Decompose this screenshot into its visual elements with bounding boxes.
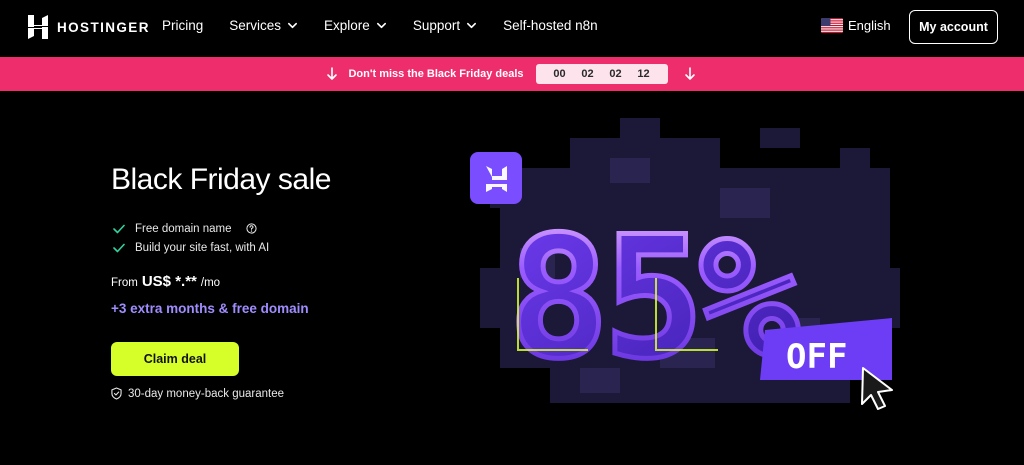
nav-item-pricing[interactable]: Pricing — [162, 18, 203, 33]
black-friday-discount-artwork: 85% OFF — [470, 118, 900, 410]
countdown-hours: 02 — [581, 68, 594, 80]
chevron-down-icon — [467, 22, 477, 29]
discount-percent: 85% — [508, 200, 798, 396]
nav-item-label: Self-hosted n8n — [503, 18, 598, 33]
feature-label: Build your site fast, with AI — [135, 241, 270, 254]
feature-label: Free domain name — [135, 222, 232, 235]
my-account-button[interactable]: My account — [909, 10, 998, 44]
brand-name: HOSTINGER — [57, 19, 150, 35]
check-icon — [113, 224, 125, 233]
nav-item-self-hosted-n8n[interactable]: Self-hosted n8n — [503, 18, 598, 33]
claim-deal-button[interactable]: Claim deal — [111, 342, 239, 376]
us-flag-icon — [821, 18, 843, 33]
price-value: US$ *.** — [141, 273, 197, 290]
countdown-timer: 00 02 02 12 — [535, 64, 668, 84]
countdown-minutes: 02 — [609, 68, 622, 80]
nav-item-services[interactable]: Services — [229, 18, 298, 33]
nav-item-label: Services — [229, 18, 282, 33]
top-navigation: HOSTINGER Pricing Services Explore Suppo… — [0, 0, 1024, 56]
nav-item-explore[interactable]: Explore — [324, 18, 387, 33]
feature-item: Free domain name — [113, 219, 269, 238]
chevron-down-icon — [288, 22, 298, 29]
arrow-down-icon — [327, 67, 338, 80]
language-selector[interactable]: English — [821, 18, 891, 33]
chevron-down-icon — [376, 22, 386, 29]
feature-item: Build your site fast, with AI — [113, 238, 269, 257]
help-circle-icon[interactable] — [245, 223, 257, 234]
price-line: From US$ *.** /mo — [111, 273, 220, 290]
extra-offer: +3 extra months & free domain — [111, 301, 309, 316]
hero-title: Black Friday sale — [111, 163, 331, 196]
feature-list: Free domain name Build your site fast, w… — [113, 219, 269, 257]
promo-banner[interactable]: Don't miss the Black Friday deals 00 02 … — [0, 57, 1024, 91]
hostinger-logo[interactable]: HOSTINGER — [28, 14, 150, 40]
nav-item-support[interactable]: Support — [413, 18, 477, 33]
hostinger-logo-badge — [470, 152, 522, 204]
promo-text: Don't miss the Black Friday deals — [348, 68, 524, 80]
price-prefix: From — [111, 277, 138, 289]
promo-content: Don't miss the Black Friday deals 00 02 … — [326, 64, 695, 84]
money-back-guarantee: 30-day money-back guarantee — [111, 387, 284, 400]
arrow-down-icon — [684, 67, 695, 80]
nav-item-label: Pricing — [162, 18, 204, 33]
check-icon — [113, 243, 125, 252]
discount-text: 85% — [506, 198, 807, 399]
nav-item-label: Support — [412, 18, 461, 33]
nav-menu: Pricing Services Explore Support Self-ho… — [162, 18, 624, 33]
guarantee-label: 30-day money-back guarantee — [128, 387, 284, 400]
nav-item-label: Explore — [324, 18, 370, 33]
language-label: English — [848, 18, 891, 33]
price-suffix: /mo — [200, 277, 221, 289]
countdown-seconds: 12 — [637, 68, 650, 80]
countdown-days: 00 — [553, 68, 566, 80]
shield-check-icon — [111, 387, 122, 400]
hostinger-logo-icon — [28, 15, 48, 39]
off-label: OFF — [786, 337, 847, 377]
